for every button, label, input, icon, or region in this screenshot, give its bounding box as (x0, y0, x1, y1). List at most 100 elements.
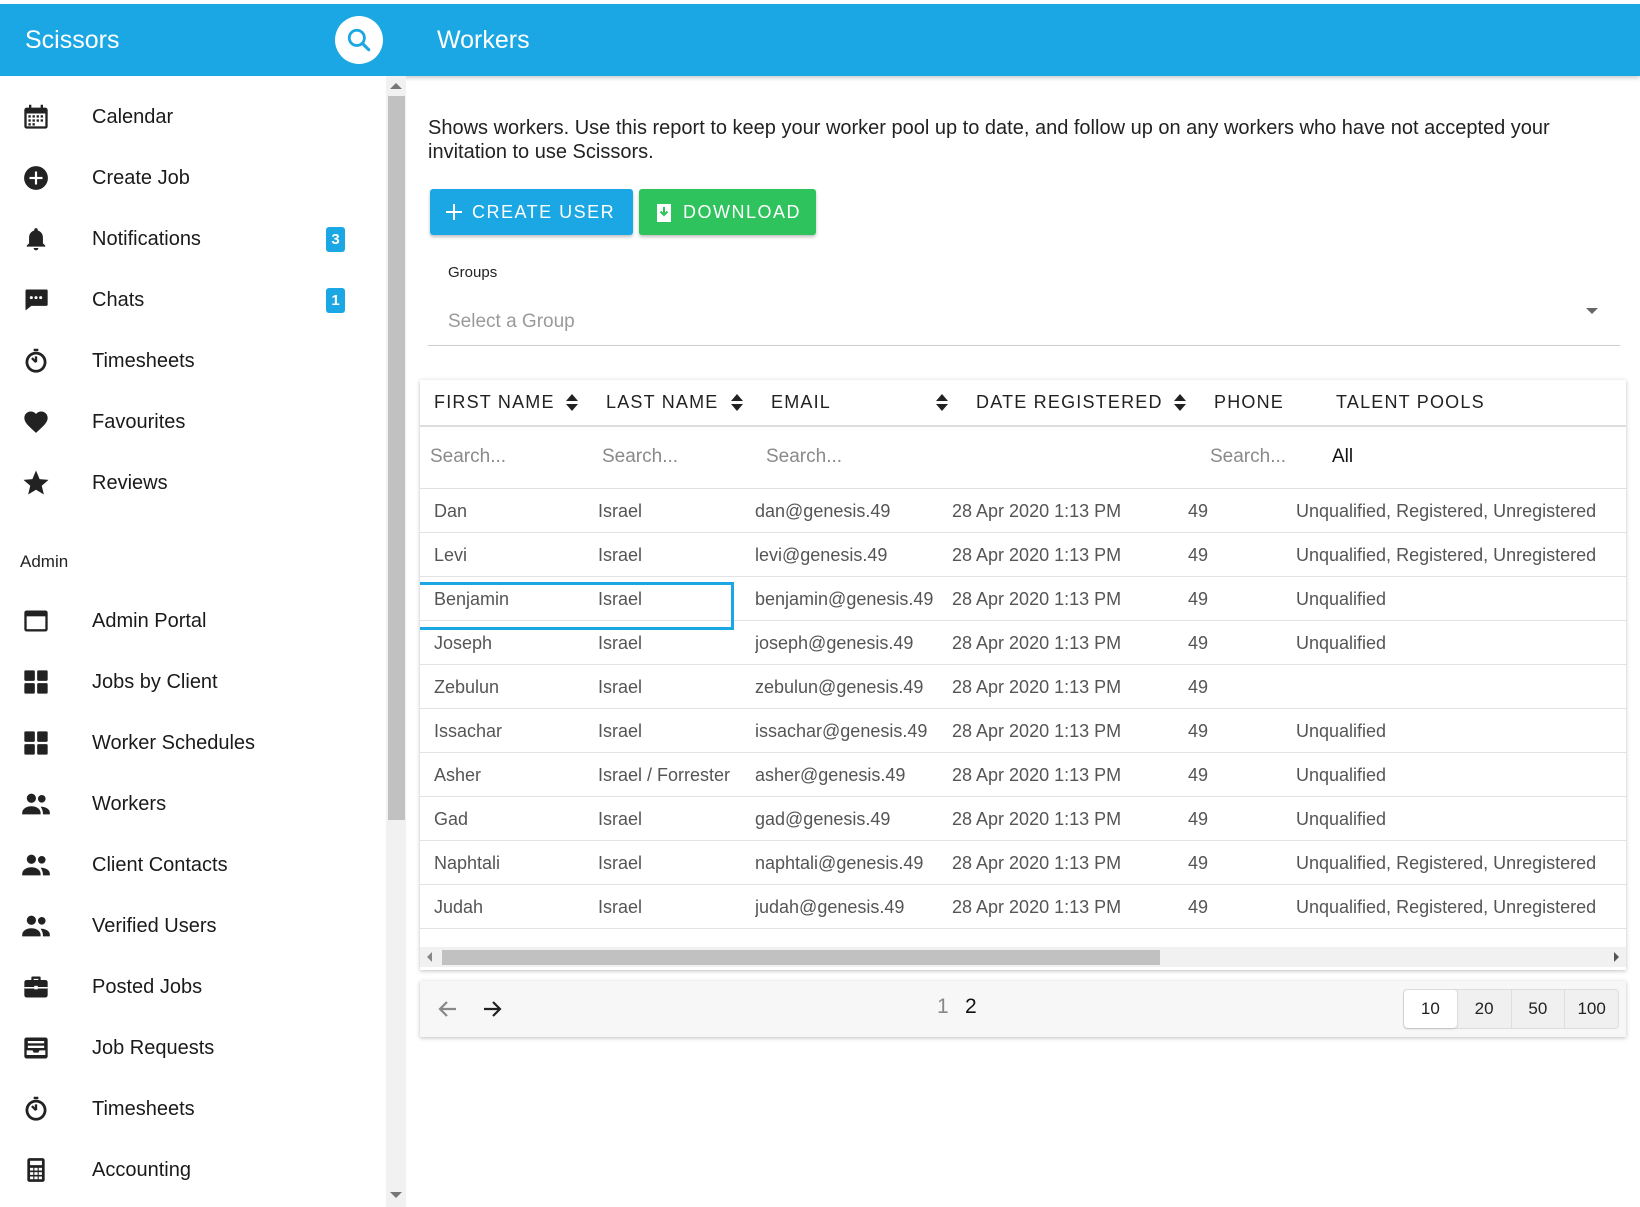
sidebar-item-label: Worker Schedules (92, 731, 256, 754)
date-registered-cell: 28 Apr 2020 1:13 PM (952, 853, 1122, 873)
talent-pools-cell: Unqualified (1296, 633, 1387, 653)
last-name-cell: Israel (598, 721, 643, 741)
report-description: Shows workers. Use this report to keep y… (428, 117, 1550, 163)
first-name-cell: Levi (434, 545, 468, 565)
horizontal-scrollbar-thumb[interactable] (442, 950, 1160, 965)
table-row[interactable]: Judah Israel judah@genesis.49 28 Apr 2020 1… (420, 885, 1626, 929)
email-filter-input[interactable] (766, 437, 946, 477)
sidebar-item-worker-schedules[interactable]: Worker Schedules (0, 714, 370, 772)
caret-down-icon (1586, 308, 1598, 314)
page-number[interactable]: 1 (937, 995, 949, 1019)
sidebar-item-label: Reviews (92, 471, 168, 494)
arrow-right-icon (484, 1001, 502, 1017)
selected-cell-highlight (420, 582, 734, 630)
table-row[interactable]: Naphtali Israel naphtali@genesis.49 28 Apr … (420, 841, 1626, 885)
sidebar-item-create-job[interactable]: Create Job (0, 149, 370, 207)
scroll-down-icon[interactable] (390, 1192, 402, 1198)
column-header-first-name[interactable]: FIRST NAME (434, 380, 555, 425)
arrow-left-icon (438, 1001, 456, 1017)
plus-icon (446, 204, 462, 220)
page-size-option[interactable]: 50 (1510, 990, 1565, 1028)
scroll-left-icon[interactable] (427, 952, 432, 962)
create-user-label: CREATE USER (472, 201, 616, 222)
table-row[interactable]: Gad Israel gad@genesis.49 28 Apr 2020 1:13 … (420, 797, 1626, 841)
date-registered-cell: 28 Apr 2020 1:13 PM (952, 677, 1122, 697)
sidebar-item-chats[interactable]: Chats 1 (0, 271, 370, 329)
sidebar-item-reviews[interactable]: Reviews (0, 454, 370, 512)
talent-pools-cell: Unqualified, Registered, Unregistered (1296, 897, 1597, 917)
email-cell: benjamin@genesis.49 (755, 589, 934, 609)
group-select-placeholder: Select a Group (448, 311, 575, 332)
column-header-last-name[interactable]: LAST NAME (606, 380, 719, 425)
sidebar-item-workers[interactable]: Workers (0, 775, 370, 833)
previous-page-button[interactable] (434, 995, 462, 1023)
sidebar-item-admin-portal[interactable]: Admin Portal (0, 592, 370, 650)
date-registered-cell: 28 Apr 2020 1:13 PM (952, 589, 1122, 609)
talent-pools-cell: Unqualified, Registered, Unregistered (1296, 545, 1597, 565)
sidebar-item-timesheets[interactable]: Timesheets (0, 332, 370, 390)
last-name-filter-input[interactable] (602, 437, 752, 477)
table-row[interactable]: Dan Israel dan@genesis.49 28 Apr 2020 1:13 … (420, 489, 1626, 533)
table-row[interactable]: Asher Israel / Forrester asher@genesis.49 2… (420, 753, 1626, 797)
page-size-option[interactable]: 100 (1564, 990, 1618, 1028)
sidebar-item-label: Posted Jobs (92, 975, 203, 998)
sidebar-item-jobs-by-client[interactable]: Jobs by Client (0, 653, 370, 711)
scroll-right-icon[interactable] (1614, 952, 1619, 962)
column-header-date-registered[interactable]: DATE REGISTERED (976, 380, 1163, 425)
sidebar-item-label: Chats (92, 288, 145, 311)
talent-pools-filter[interactable]: All (1332, 446, 1353, 468)
sidebar-item-label: Accounting (92, 1158, 191, 1181)
date-registered-cell: 28 Apr 2020 1:13 PM (952, 897, 1122, 917)
phone-filter-input[interactable] (1210, 437, 1320, 477)
table-row[interactable]: Issachar Israel issachar@genesis.49 28 Apr … (420, 709, 1626, 753)
add-circle-icon (20, 162, 52, 194)
download-icon (655, 202, 673, 222)
table-horizontal-scrollbar[interactable] (420, 947, 1626, 967)
email-cell: naphtali@genesis.49 (755, 853, 924, 873)
first-name-cell: Gad (434, 809, 469, 829)
date-registered-cell: 28 Apr 2020 1:13 PM (952, 721, 1122, 741)
phone-cell: 49 (1188, 897, 1209, 917)
table-row[interactable]: Levi Israel levi@genesis.49 28 Apr 2020 1:1… (420, 533, 1626, 577)
group-select[interactable]: Select a Group (428, 300, 1620, 346)
sidebar-item-verified-users[interactable]: Verified Users (0, 897, 370, 955)
page-number-current[interactable]: 2 (965, 995, 977, 1019)
scroll-up-icon[interactable] (390, 83, 402, 89)
table-row[interactable]: Zebulun Israel zebulun@genesis.49 28 Apr 20… (420, 665, 1626, 709)
column-header-email[interactable]: EMAIL (771, 380, 831, 425)
admin-section-label: Admin (20, 552, 69, 571)
download-button[interactable]: DOWNLOAD (639, 189, 816, 235)
sidebar-item-client-contacts[interactable]: Client Contacts (0, 836, 370, 894)
sidebar-item-posted-jobs[interactable]: Posted Jobs (0, 958, 370, 1016)
next-page-button[interactable] (478, 995, 506, 1023)
phone-cell: 49 (1188, 853, 1209, 873)
column-header-phone: PHONE (1214, 392, 1285, 412)
sidebar-item-calendar[interactable]: Calendar (0, 88, 370, 146)
sidebar-item-notifications[interactable]: Notifications 3 (0, 210, 370, 268)
sidebar-item-label: Timesheets (92, 349, 195, 372)
sort-icon[interactable] (1174, 394, 1186, 412)
first-name-filter-input[interactable] (430, 437, 580, 477)
search-button[interactable] (335, 16, 383, 64)
sidebar-item-accounting[interactable]: Accounting (0, 1141, 370, 1199)
sidebar-item-label: Job Requests (92, 1036, 215, 1059)
first-name-cell: Zebulun (434, 677, 500, 697)
email-cell: asher@genesis.49 (755, 765, 906, 785)
last-name-cell: Israel (598, 677, 643, 697)
sort-icon[interactable] (566, 394, 578, 412)
page-size-option[interactable]: 10 (1404, 990, 1457, 1028)
sidebar-item-label: Admin Portal (92, 609, 207, 632)
last-name-cell: Israel / Forrester (598, 765, 731, 785)
sort-icon[interactable] (731, 394, 743, 412)
email-cell: zebulun@genesis.49 (755, 677, 924, 697)
sort-icon[interactable] (936, 394, 948, 412)
page-size-option[interactable]: 20 (1456, 990, 1511, 1028)
sidebar-item-admin-timesheets[interactable]: Timesheets (0, 1080, 370, 1138)
sidebar-scrollbar-thumb[interactable] (388, 96, 405, 820)
download-label: DOWNLOAD (683, 201, 802, 222)
notification-count-badge: 3 (326, 226, 345, 252)
create-user-button[interactable]: CREATE USER (430, 189, 633, 235)
sidebar-item-favourites[interactable]: Favourites (0, 393, 370, 451)
sidebar-item-job-requests[interactable]: Job Requests (0, 1019, 370, 1077)
date-registered-cell: 28 Apr 2020 1:13 PM (952, 633, 1122, 653)
